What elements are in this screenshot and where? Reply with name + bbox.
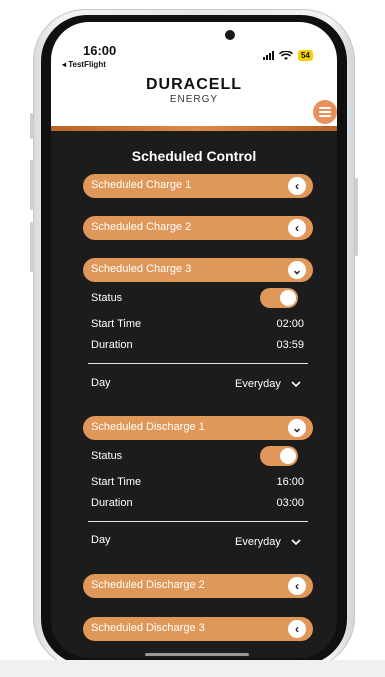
status-bar: 16:00 ◂ TestFlight 54 xyxy=(51,22,337,74)
app-header: DURACELL ENERGY xyxy=(51,74,337,126)
scheduled-charge-2-header[interactable]: Scheduled Charge 2 ‹ xyxy=(83,216,313,240)
divider xyxy=(88,521,308,522)
chevron-down-icon[interactable] xyxy=(291,538,301,546)
charge3-start-time-label: Start Time xyxy=(91,318,142,330)
section-label: Scheduled Discharge 1 xyxy=(91,421,205,433)
charge3-start-time-value[interactable]: 02:00 xyxy=(276,318,304,330)
back-to-testflight-link[interactable]: ◂ TestFlight xyxy=(62,60,106,69)
section-label: Scheduled Charge 3 xyxy=(91,263,192,275)
section-label: Scheduled Charge 2 xyxy=(91,221,192,233)
battery-indicator: 54 xyxy=(298,50,313,61)
toggle-knob xyxy=(280,448,296,464)
discharge1-status-label: Status xyxy=(91,450,123,462)
chevron-left-icon[interactable]: ‹ xyxy=(288,577,306,595)
wifi-icon xyxy=(279,50,293,60)
phone-screen: 16:00 ◂ TestFlight 54 DURACELL ENERGY Sc xyxy=(51,22,337,658)
discharge1-day-label: Day xyxy=(91,534,111,546)
charge3-status-label: Status xyxy=(91,292,123,304)
chevron-down-icon[interactable]: ⌄ xyxy=(288,261,306,279)
discharge1-status-toggle[interactable] xyxy=(260,446,298,466)
section-label: Scheduled Discharge 2 xyxy=(91,579,205,591)
charge3-day-label: Day xyxy=(91,377,111,389)
camera-icon xyxy=(225,30,235,40)
side-button-left-2 xyxy=(30,160,33,210)
discharge1-day-select[interactable]: Everyday xyxy=(235,536,281,548)
status-icons: 54 xyxy=(263,50,313,61)
scheduled-discharge-2-header[interactable]: Scheduled Discharge 2 ‹ xyxy=(83,574,313,598)
chevron-left-icon[interactable]: ‹ xyxy=(288,219,306,237)
bottom-shadow xyxy=(0,660,385,677)
header-accent-bar xyxy=(51,126,337,131)
status-time: 16:00 xyxy=(83,43,117,58)
discharge1-duration-value[interactable]: 03:00 xyxy=(276,497,304,509)
charge3-duration-label: Duration xyxy=(91,339,133,351)
chevron-left-icon[interactable]: ‹ xyxy=(288,620,306,638)
discharge1-start-time-label: Start Time xyxy=(91,476,142,488)
hamburger-icon[interactable] xyxy=(313,100,337,124)
charge3-duration-value[interactable]: 03:59 xyxy=(276,339,304,351)
charge3-status-toggle[interactable] xyxy=(260,288,298,308)
page-title: Scheduled Control xyxy=(131,148,257,164)
section-label: Scheduled Discharge 3 xyxy=(91,622,205,634)
scheduled-charge-3-header[interactable]: Scheduled Charge 3 ⌄ xyxy=(83,258,313,282)
charge3-day-select[interactable]: Everyday xyxy=(235,378,281,390)
brand-subtitle: ENERGY xyxy=(169,94,219,105)
scheduled-charge-1-header[interactable]: Scheduled Charge 1 ‹ xyxy=(83,174,313,198)
toggle-knob xyxy=(280,290,296,306)
side-button-left-1 xyxy=(30,113,33,139)
scheduled-discharge-1-header[interactable]: Scheduled Discharge 1 ⌄ xyxy=(83,416,313,440)
chevron-left-icon[interactable]: ‹ xyxy=(288,177,306,195)
discharge1-duration-label: Duration xyxy=(91,497,133,509)
brand-logo: DURACELL xyxy=(146,76,242,93)
divider xyxy=(88,363,308,364)
scheduled-discharge-3-header[interactable]: Scheduled Discharge 3 ‹ xyxy=(83,617,313,641)
section-label: Scheduled Charge 1 xyxy=(91,179,192,191)
discharge1-start-time-value[interactable]: 16:00 xyxy=(276,476,304,488)
stage: 16:00 ◂ TestFlight 54 DURACELL ENERGY Sc xyxy=(0,0,385,677)
signal-icon xyxy=(263,51,274,60)
home-indicator[interactable] xyxy=(145,653,249,656)
chevron-down-icon[interactable] xyxy=(291,380,301,388)
chevron-down-icon[interactable]: ⌄ xyxy=(288,419,306,437)
side-button-left-3 xyxy=(30,222,33,272)
side-button-right xyxy=(355,178,358,256)
